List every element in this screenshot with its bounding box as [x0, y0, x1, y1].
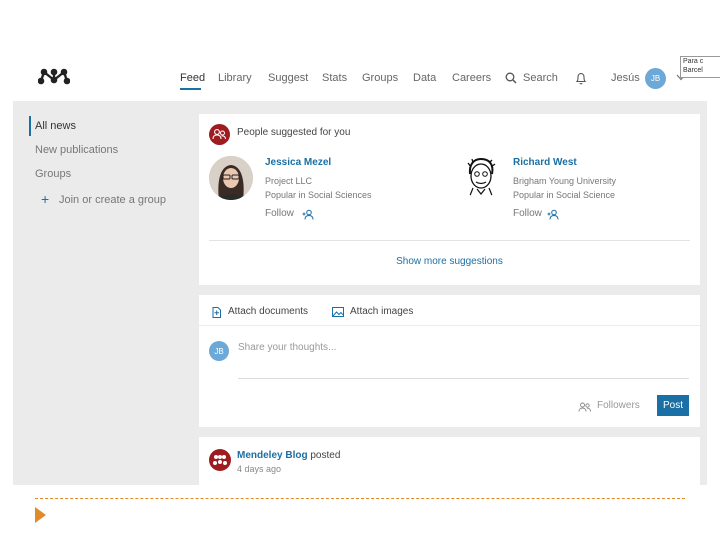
people-icon [209, 124, 230, 145]
composer-card: Attach documents Attach images JB Follow… [199, 295, 700, 427]
follow-button[interactable]: Follow [513, 208, 542, 219]
avatar[interactable] [459, 154, 503, 198]
person-org: Project LLC [265, 176, 313, 186]
search-icon[interactable] [505, 72, 517, 84]
corner-note: Para c Barcel [680, 56, 720, 78]
suggestions-heading: People suggested for you [237, 127, 351, 138]
sidebar-item-groups[interactable]: Groups [35, 168, 71, 180]
plus-icon[interactable]: + [41, 192, 49, 206]
post-button[interactable]: Post [657, 395, 689, 416]
feed-item-timestamp: 4 days ago [237, 464, 282, 474]
person-topic: Popular in Social Sciences [265, 190, 372, 200]
nav-suggest[interactable]: Suggest [268, 72, 308, 84]
join-group-link[interactable]: Join or create a group [59, 194, 166, 206]
nav-stats[interactable]: Stats [322, 72, 347, 84]
share-thoughts-input[interactable] [238, 341, 689, 379]
nav-library[interactable]: Library [218, 72, 252, 84]
user-avatar[interactable]: JB [645, 68, 666, 89]
avatar[interactable] [209, 156, 253, 200]
nav-active-indicator [180, 88, 201, 90]
nav-data[interactable]: Data [413, 72, 436, 84]
sidebar-active-indicator [29, 116, 31, 136]
nav-careers[interactable]: Careers [452, 72, 491, 84]
follow-button[interactable]: Follow [265, 208, 294, 219]
person-name[interactable]: Richard West [513, 157, 577, 168]
play-icon [35, 507, 46, 523]
person-org: Brigham Young University [513, 176, 617, 186]
slide-divider [35, 498, 685, 499]
divider [199, 325, 700, 326]
user-name[interactable]: Jesús [611, 72, 640, 84]
nav-groups[interactable]: Groups [362, 72, 398, 84]
image-icon[interactable] [332, 307, 344, 317]
nav-search[interactable]: Search [523, 72, 558, 84]
person-topic: Popular in Social Science [513, 190, 616, 200]
suggestions-card: People suggested for you Jessica Mezel P… [199, 114, 700, 285]
avatar: JB [209, 341, 229, 361]
followers-icon[interactable] [578, 402, 591, 412]
divider [209, 240, 690, 241]
mendeley-blog-avatar[interactable] [209, 449, 231, 471]
person-name[interactable]: Jessica Mezel [265, 157, 331, 168]
attach-documents-button[interactable]: Attach documents [228, 306, 308, 317]
feed-item-author-link[interactable]: Mendeley Blog [237, 450, 308, 461]
nav-feed[interactable]: Feed [180, 72, 205, 84]
sidebar-item-new-publications[interactable]: New publications [35, 144, 118, 156]
add-user-icon[interactable] [302, 209, 314, 220]
bell-icon[interactable] [575, 72, 587, 85]
sidebar-item-all-news[interactable]: All news [35, 120, 76, 132]
mendeley-logo[interactable] [38, 66, 70, 86]
feed-item-title: Mendeley Blog posted [237, 450, 340, 461]
feed-item-action: posted [307, 450, 341, 461]
audience-selector[interactable]: Followers [597, 400, 640, 411]
add-user-icon[interactable] [547, 209, 559, 220]
attach-document-icon[interactable] [212, 307, 221, 318]
feed-item-card: Mendeley Blog posted 4 days ago [199, 437, 700, 485]
show-more-suggestions-link[interactable]: Show more suggestions [199, 256, 700, 267]
attach-images-button[interactable]: Attach images [350, 306, 413, 317]
